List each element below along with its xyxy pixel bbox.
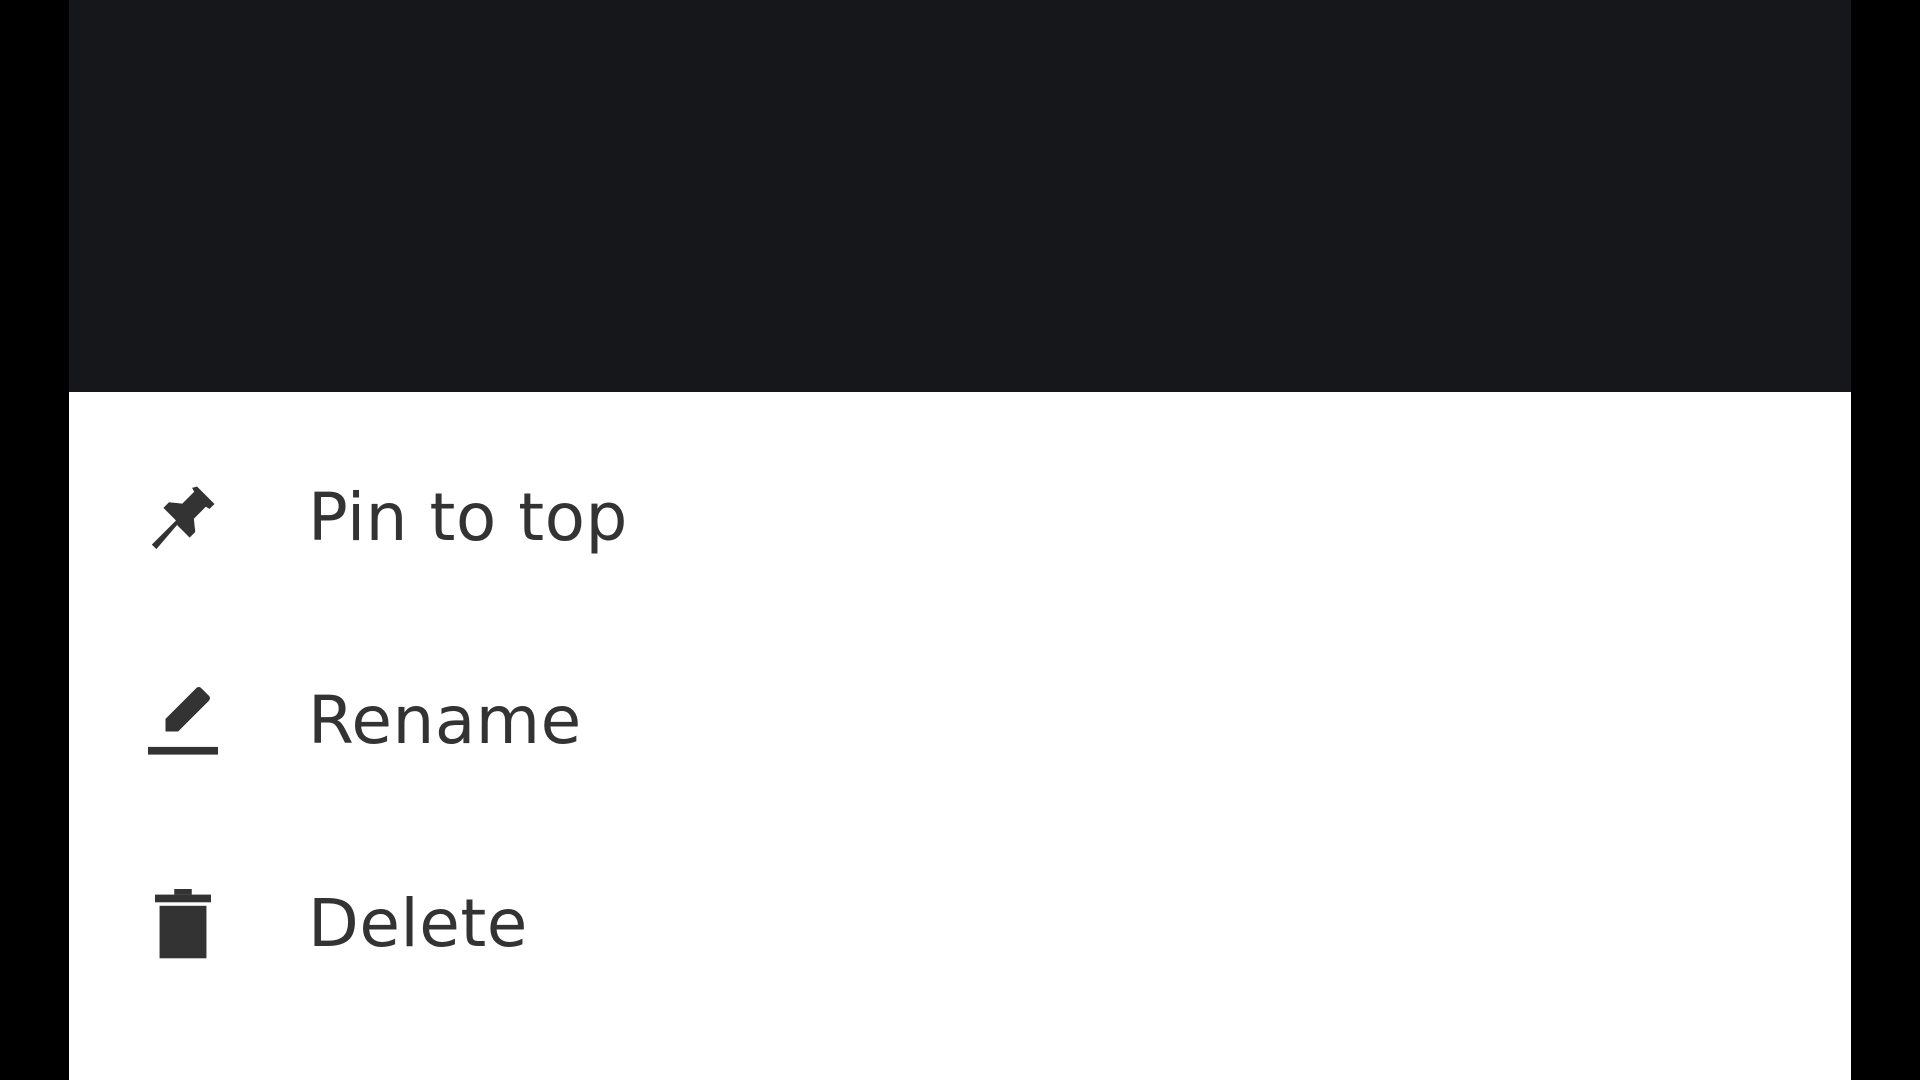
menu-item-label: Rename xyxy=(308,682,582,759)
menu-item-label: Delete xyxy=(308,885,528,962)
dimmed-background-scrim[interactable] xyxy=(69,0,1851,392)
menu-item-delete[interactable]: Delete xyxy=(69,822,1851,1025)
menu-item-label: Pin to top xyxy=(308,479,628,556)
menu-item-rename[interactable]: Rename xyxy=(69,619,1851,822)
trash-icon xyxy=(141,882,225,966)
pin-icon xyxy=(141,476,225,560)
bottom-sheet-menu: Pin to top Rename Delete xyxy=(69,392,1851,1080)
menu-item-pin-to-top[interactable]: Pin to top xyxy=(69,416,1851,619)
edit-icon xyxy=(141,679,225,763)
app-frame: Pin to top Rename Delete xyxy=(69,0,1851,1080)
